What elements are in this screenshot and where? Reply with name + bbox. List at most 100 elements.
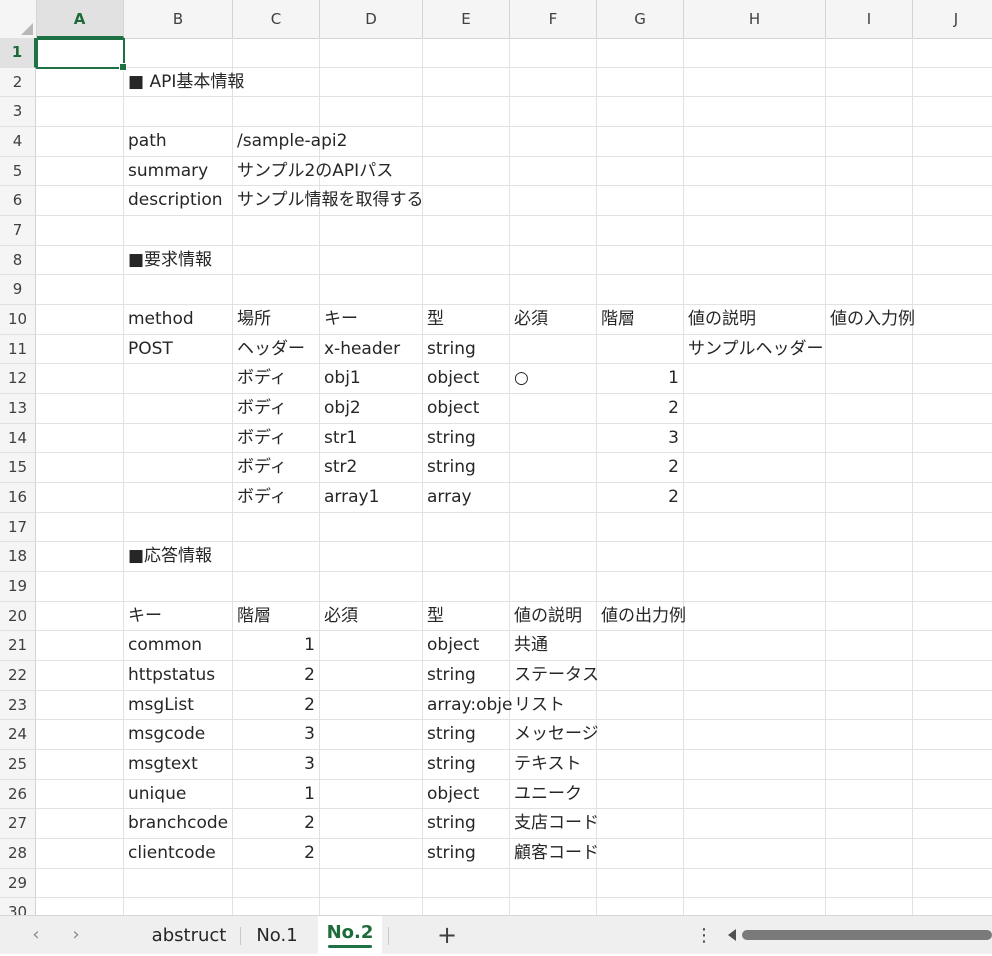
cell-d12[interactable]: obj1	[320, 364, 361, 394]
cell-c4[interactable]: /sample-api2	[233, 127, 347, 157]
row-header-20[interactable]: 20	[0, 601, 36, 632]
cell-e16[interactable]: array	[423, 483, 472, 513]
row-header-28[interactable]: 28	[0, 839, 36, 869]
row-header-7[interactable]: 7	[0, 216, 36, 246]
cell-c23[interactable]: 2	[233, 691, 320, 721]
row-header-27[interactable]: 27	[0, 809, 36, 840]
cell-h10[interactable]: 値の説明	[684, 305, 756, 335]
row-header-17[interactable]: 17	[0, 512, 36, 543]
row-header-12[interactable]: 12	[0, 364, 36, 395]
cell-f28[interactable]: 顧客コード	[510, 839, 599, 869]
sheet-tab-no1[interactable]: No.1	[244, 916, 310, 954]
row-header-1[interactable]: 1	[0, 38, 36, 68]
row-header-9[interactable]: 9	[0, 275, 36, 306]
row-header-4[interactable]: 4	[0, 127, 36, 157]
cell-e10[interactable]: 型	[423, 305, 444, 335]
cell-b24[interactable]: msgcode	[124, 720, 205, 750]
column-header-f[interactable]: F	[510, 0, 597, 38]
cell-c13[interactable]: ボディ	[233, 394, 287, 424]
cell-g14[interactable]: 3	[597, 424, 684, 454]
scroll-left-icon[interactable]	[728, 929, 736, 941]
row-header-21[interactable]: 21	[0, 631, 36, 662]
cell-b27[interactable]: branchcode	[124, 809, 228, 839]
cell-g15[interactable]: 2	[597, 453, 684, 483]
row-header-3[interactable]: 3	[0, 97, 36, 127]
cell-b4[interactable]: path	[124, 127, 167, 157]
row-header-10[interactable]: 10	[0, 305, 36, 335]
sheet-tab-abstruct[interactable]: abstruct	[140, 916, 238, 954]
cell-b2[interactable]: ■ API基本情報	[124, 68, 244, 98]
cell-c6[interactable]: サンプル情報を取得する	[233, 186, 424, 216]
cell-c27[interactable]: 2	[233, 809, 320, 839]
fill-handle[interactable]	[119, 63, 127, 71]
column-header-h[interactable]: H	[684, 0, 826, 38]
cell-b23[interactable]: msgList	[124, 691, 194, 721]
cell-g12[interactable]: 1	[597, 364, 684, 394]
cell-g13[interactable]: 2	[597, 394, 684, 424]
column-header-i[interactable]: I	[826, 0, 913, 38]
next-sheet-button[interactable]: ›	[65, 924, 87, 946]
cell-b26[interactable]: unique	[124, 780, 186, 810]
cell-e12[interactable]: object	[423, 364, 479, 394]
cell-d20[interactable]: 必須	[320, 602, 358, 632]
cell-f27[interactable]: 支店コード	[510, 809, 599, 839]
cell-b18[interactable]: ■応答情報	[124, 542, 212, 572]
cell-c15[interactable]: ボディ	[233, 453, 287, 483]
cell-d13[interactable]: obj2	[320, 394, 361, 424]
cell-d11[interactable]: x-header	[320, 335, 400, 365]
cell-d14[interactable]: str1	[320, 424, 357, 454]
cell-e26[interactable]: object	[423, 780, 479, 810]
column-header-c[interactable]: C	[233, 0, 320, 38]
cell-e28[interactable]: string	[423, 839, 476, 869]
row-header-19[interactable]: 19	[0, 572, 36, 602]
cell-f24[interactable]: メッセージ	[510, 720, 599, 750]
row-header-26[interactable]: 26	[0, 779, 36, 810]
cell-f22[interactable]: ステータス	[510, 661, 599, 691]
row-header-8[interactable]: 8	[0, 245, 36, 276]
cell-b28[interactable]: clientcode	[124, 839, 216, 869]
cell-f10[interactable]: 必須	[510, 305, 548, 335]
cell-g10[interactable]: 階層	[597, 305, 635, 335]
cell-c25[interactable]: 3	[233, 750, 320, 780]
cell-c26[interactable]: 1	[233, 780, 320, 810]
cell-c14[interactable]: ボディ	[233, 424, 287, 454]
cell-c5[interactable]: サンプル2のAPIパス	[233, 157, 393, 187]
cell-b25[interactable]: msgtext	[124, 750, 198, 780]
cell-e24[interactable]: string	[423, 720, 476, 750]
cell-e20[interactable]: 型	[423, 602, 444, 632]
active-cell-selection[interactable]	[36, 38, 127, 71]
cell-c20[interactable]: 階層	[233, 602, 271, 632]
cell-g16[interactable]: 2	[597, 483, 684, 513]
cell-c24[interactable]: 3	[233, 720, 320, 750]
select-all-corner[interactable]	[0, 0, 37, 38]
cell-f12[interactable]: ○	[510, 364, 529, 394]
scrollbar-thumb[interactable]	[742, 930, 992, 940]
cell-e25[interactable]: string	[423, 750, 476, 780]
cell-c10[interactable]: 場所	[233, 305, 271, 335]
cell-b21[interactable]: common	[124, 631, 202, 661]
column-header-a[interactable]: A	[36, 0, 124, 38]
more-options-icon[interactable]: ⋮	[694, 923, 714, 949]
cell-d10[interactable]: キー	[320, 305, 358, 335]
row-header-25[interactable]: 25	[0, 750, 36, 780]
cell-e11[interactable]: string	[423, 335, 476, 365]
cell-c16[interactable]: ボディ	[233, 483, 287, 513]
cell-c12[interactable]: ボディ	[233, 364, 287, 394]
cell-f23[interactable]: リスト	[510, 691, 565, 721]
cell-c22[interactable]: 2	[233, 661, 320, 691]
horizontal-scrollbar[interactable]	[726, 927, 992, 943]
cell-f25[interactable]: テキスト	[510, 750, 582, 780]
column-header-j[interactable]: J	[913, 0, 992, 38]
cell-c28[interactable]: 2	[233, 839, 320, 869]
cell-f21[interactable]: 共通	[510, 631, 548, 661]
cell-e27[interactable]: string	[423, 809, 476, 839]
row-header-11[interactable]: 11	[0, 334, 36, 365]
cell-f20[interactable]: 値の説明	[510, 602, 582, 632]
cell-e21[interactable]: object	[423, 631, 479, 661]
column-header-d[interactable]: D	[320, 0, 423, 38]
cell-d16[interactable]: array1	[320, 483, 379, 513]
row-header-5[interactable]: 5	[0, 156, 36, 187]
cell-e23[interactable]: array:obje	[423, 691, 512, 721]
cell-e22[interactable]: string	[423, 661, 476, 691]
cell-b6[interactable]: description	[124, 186, 223, 216]
